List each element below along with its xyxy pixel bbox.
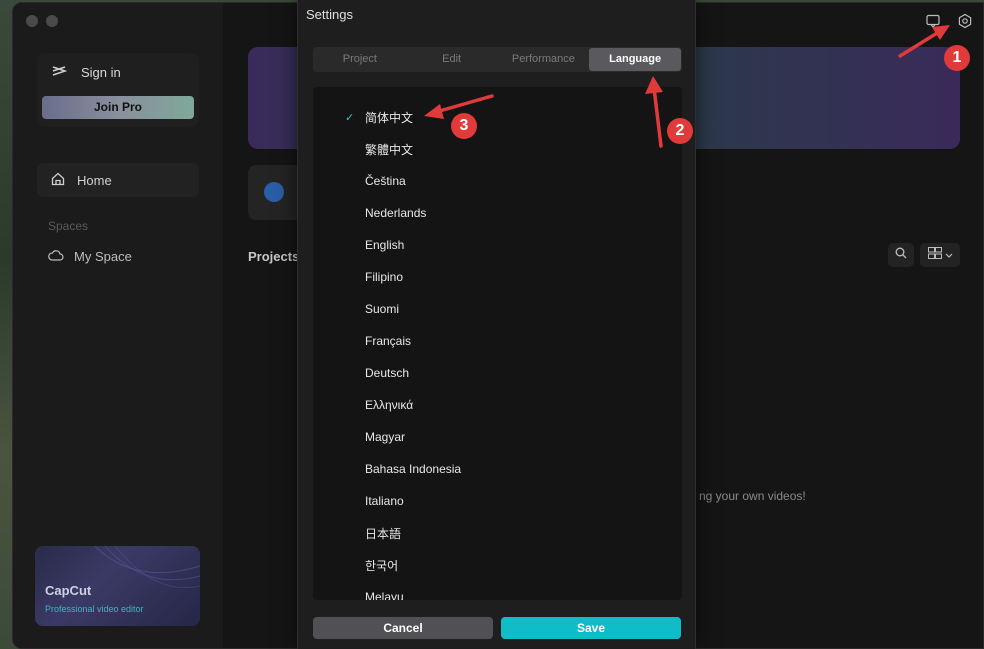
cancel-button[interactable]: Cancel — [313, 617, 493, 639]
dialog-title: Settings — [306, 7, 353, 22]
language-list: ✓ 简体中文 繁體中文 Čeština Nederlands English F… — [313, 87, 682, 600]
language-option[interactable]: English — [313, 229, 682, 261]
language-option[interactable]: Bahasa Indonesia — [313, 453, 682, 485]
sign-in-button[interactable]: Sign in — [51, 65, 121, 80]
language-label: Filipino — [365, 270, 404, 284]
language-label: Melayu — [365, 590, 404, 600]
sidebar: Sign in Join Pro Home Spaces My Space Ca… — [13, 3, 223, 648]
grid-view-icon — [927, 246, 942, 264]
promo-title: CapCut — [45, 583, 92, 598]
settings-tabs: Project Edit Performance Language — [313, 47, 682, 72]
promo-card[interactable]: CapCut Professional video editor — [35, 546, 200, 626]
sign-in-panel: Sign in Join Pro — [37, 53, 199, 127]
language-label: Ελληνικά — [365, 398, 414, 412]
home-label: Home — [77, 172, 112, 188]
language-label: Nederlands — [365, 206, 427, 220]
home-icon — [51, 172, 65, 189]
language-option[interactable]: Français — [313, 325, 682, 357]
language-label: 日本語 — [365, 526, 402, 541]
language-option[interactable]: 한국어 — [313, 549, 682, 581]
language-option[interactable]: Nederlands — [313, 197, 682, 229]
view-mode-button[interactable] — [920, 243, 960, 267]
language-label: Français — [365, 334, 412, 348]
join-pro-button[interactable]: Join Pro — [42, 96, 194, 119]
my-space-label: My Space — [74, 249, 132, 264]
chevron-down-icon — [945, 246, 953, 264]
sign-in-label: Sign in — [81, 65, 121, 80]
language-option[interactable]: ✓ 简体中文 — [313, 101, 682, 133]
feedback-icon[interactable] — [925, 13, 941, 29]
search-button[interactable] — [888, 243, 914, 267]
language-label: Magyar — [365, 430, 406, 444]
cloud-icon — [48, 249, 64, 264]
language-option[interactable]: Suomi — [313, 293, 682, 325]
tab-project[interactable]: Project — [314, 48, 406, 71]
language-label: 简体中文 — [365, 110, 414, 125]
save-button[interactable]: Save — [501, 617, 681, 639]
language-option[interactable]: Filipino — [313, 261, 682, 293]
language-option[interactable]: Italiano — [313, 485, 682, 517]
settings-dialog: Settings Project Edit Performance Langua… — [297, 0, 696, 649]
sidebar-item-my-space[interactable]: My Space — [48, 249, 132, 264]
language-label: Deutsch — [365, 366, 410, 380]
language-option[interactable]: Magyar — [313, 421, 682, 453]
tab-edit[interactable]: Edit — [406, 48, 498, 71]
language-label: English — [365, 238, 405, 252]
projects-heading: Projects — [248, 249, 300, 264]
language-option[interactable]: Melayu — [313, 581, 682, 600]
language-option[interactable]: Ελληνικά — [313, 389, 682, 421]
tab-performance[interactable]: Performance — [498, 48, 590, 71]
tab-language[interactable]: Language — [589, 48, 681, 71]
sidebar-item-home[interactable]: Home — [37, 163, 199, 197]
language-option[interactable]: Deutsch — [313, 357, 682, 389]
window-minimize-button[interactable] — [46, 15, 58, 27]
language-label: Čeština — [365, 174, 406, 188]
capcut-logo-icon — [51, 65, 68, 80]
create-project-icon — [264, 182, 284, 202]
window-close-button[interactable] — [26, 15, 38, 27]
annotation-callout-3: 3 — [451, 113, 477, 139]
language-label: 한국어 — [365, 558, 399, 573]
annotation-callout-2: 2 — [667, 118, 693, 144]
empty-projects-text: ng your own videos! — [699, 489, 806, 503]
language-option[interactable]: 繁體中文 — [313, 133, 682, 165]
search-icon — [895, 246, 907, 264]
language-label: Italiano — [365, 494, 404, 508]
spaces-heading: Spaces — [48, 219, 89, 233]
promo-subtitle: Professional video editor — [45, 604, 144, 614]
checkmark-icon: ✓ — [345, 111, 355, 124]
gear-icon[interactable] — [957, 13, 973, 29]
language-label: 繁體中文 — [365, 142, 414, 157]
language-label: Bahasa Indonesia — [365, 462, 462, 476]
language-option[interactable]: Čeština — [313, 165, 682, 197]
annotation-callout-1: 1 — [944, 45, 970, 71]
language-label: Suomi — [365, 302, 400, 316]
language-option[interactable]: 日本語 — [313, 517, 682, 549]
